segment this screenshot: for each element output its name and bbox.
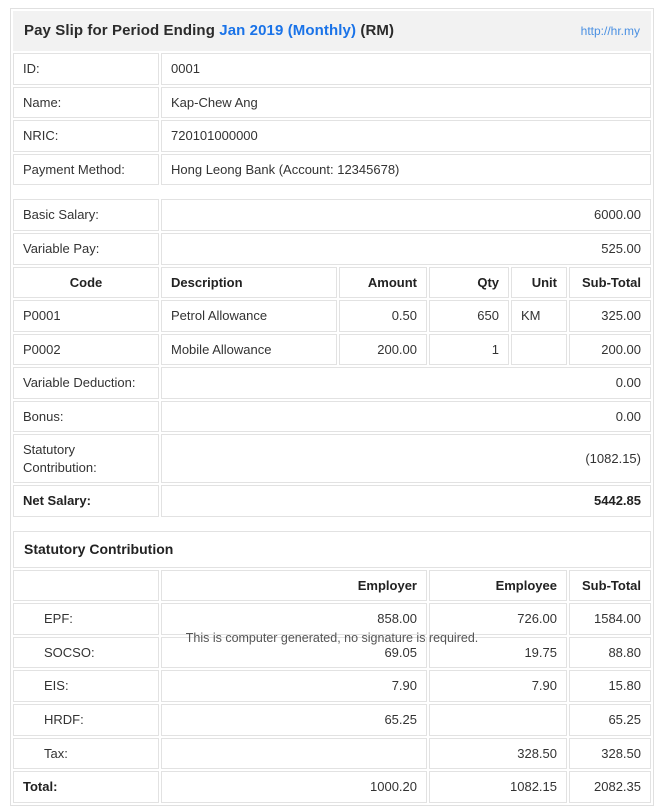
bonus-row: Bonus: 0.00 [13, 400, 651, 433]
payslip-page: Pay Slip for Period Ending Jan 2019 (Mon… [0, 0, 664, 806]
statutory-row-employer [161, 737, 427, 770]
employee-row-id: ID: 0001 [13, 53, 651, 85]
statutory-row-employer: 7.90 [161, 670, 427, 702]
bonus-value: 0.00 [161, 400, 651, 433]
allowance-header-subtotal: Sub-Total [569, 266, 651, 299]
employee-id-value: 0001 [161, 53, 651, 85]
employee-row-nric: NRIC: 720101000000 [13, 120, 651, 152]
basic-salary-row: Basic Salary: 6000.00 [13, 199, 651, 231]
payment-method-label: Payment Method: [13, 153, 159, 186]
allowance-header-code: Code [13, 266, 159, 299]
statutory-total-employee: 1082.15 [429, 771, 567, 803]
payment-method-value: Hong Leong Bank (Account: 12345678) [161, 153, 651, 186]
table-row: EIS: 7.90 7.90 15.80 [13, 670, 651, 702]
basic-salary-label: Basic Salary: [13, 199, 159, 231]
variable-deduction-value: 0.00 [161, 367, 651, 399]
currency-label: (RM) [360, 22, 395, 39]
allowance-amount: 200.00 [339, 333, 427, 366]
statutory-total-label: Total: [13, 771, 159, 803]
variable-deduction-label: Variable Deduction: [13, 367, 159, 399]
table-row: HRDF: 65.25 65.25 [13, 703, 651, 736]
allowance-description: Petrol Allowance [161, 300, 337, 332]
allowance-subtotal: 200.00 [569, 333, 651, 366]
statutory-section-heading-row: Statutory Contribution [13, 530, 651, 568]
allowance-header-qty: Qty [429, 266, 509, 299]
statutory-row-subtotal: 15.80 [569, 670, 651, 702]
statutory-contribution-value: (1082.15) [161, 434, 651, 484]
statutory-total-row: Total: 1000.20 1082.15 2082.35 [13, 771, 651, 803]
statutory-row-label: HRDF: [13, 703, 159, 736]
pay-period: Jan 2019 (Monthly) [219, 22, 357, 39]
statutory-header-employee: Employee [429, 569, 567, 602]
employee-id-label: ID: [13, 53, 159, 85]
allowance-unit: KM [511, 300, 567, 332]
allowance-header-description: Description [161, 266, 337, 299]
hr-portal-link[interactable]: http://hr.my [581, 23, 640, 39]
statutory-contribution-label: Statutory Contribution: [13, 434, 159, 484]
statutory-row-label: Tax: [13, 737, 159, 770]
basic-salary-value: 6000.00 [161, 199, 651, 231]
employee-row-name: Name: Kap-Chew Ang [13, 86, 651, 119]
employee-row-payment-method: Payment Method: Hong Leong Bank (Account… [13, 153, 651, 186]
table-row: P0001 Petrol Allowance 0.50 650 KM 325.0… [13, 300, 651, 332]
section-spacer-2 [13, 519, 651, 529]
statutory-total-employer: 1000.20 [161, 771, 427, 803]
payslip-table: Pay Slip for Period Ending Jan 2019 (Mon… [11, 9, 653, 805]
allowance-subtotal: 325.00 [569, 300, 651, 332]
allowance-qty: 650 [429, 300, 509, 332]
statutory-contribution-summary-row: Statutory Contribution: (1082.15) [13, 434, 651, 484]
net-salary-row: Net Salary: 5442.85 [13, 485, 651, 517]
employee-name-label: Name: [13, 86, 159, 119]
net-salary-label: Net Salary: [13, 485, 159, 517]
payslip-header: Pay Slip for Period Ending Jan 2019 (Mon… [13, 11, 651, 52]
variable-pay-row: Variable Pay: 525.00 [13, 232, 651, 265]
statutory-header-subtotal: Sub-Total [569, 569, 651, 602]
variable-pay-label: Variable Pay: [13, 232, 159, 265]
footer-note: This is computer generated, no signature… [185, 631, 479, 645]
statutory-header-employer: Employer [161, 569, 427, 602]
payslip-header-row: Pay Slip for Period Ending Jan 2019 (Mon… [13, 11, 651, 52]
statutory-section-title: Statutory Contribution [13, 530, 651, 568]
allowance-header-amount: Amount [339, 266, 427, 299]
statutory-row-subtotal: 65.25 [569, 703, 651, 736]
statutory-row-label: EIS: [13, 670, 159, 702]
allowance-header-row: Code Description Amount Qty Unit Sub-Tot… [13, 266, 651, 299]
statutory-row-subtotal: 328.50 [569, 737, 651, 770]
table-row: Tax: 328.50 328.50 [13, 737, 651, 770]
allowance-code: P0002 [13, 333, 159, 366]
net-salary-value: 5442.85 [161, 485, 651, 517]
employee-nric-value: 720101000000 [161, 120, 651, 152]
table-row: P0002 Mobile Allowance 200.00 1 200.00 [13, 333, 651, 366]
employee-name-value: Kap-Chew Ang [161, 86, 651, 119]
allowance-description: Mobile Allowance [161, 333, 337, 366]
statutory-row-employee [429, 703, 567, 736]
allowance-qty: 1 [429, 333, 509, 366]
statutory-row-employer: 65.25 [161, 703, 427, 736]
allowance-amount: 0.50 [339, 300, 427, 332]
statutory-row-employee: 328.50 [429, 737, 567, 770]
variable-pay-value: 525.00 [161, 232, 651, 265]
allowance-header-unit: Unit [511, 266, 567, 299]
statutory-row-employee: 7.90 [429, 670, 567, 702]
employee-nric-label: NRIC: [13, 120, 159, 152]
title-prefix: Pay Slip for Period Ending [24, 22, 215, 39]
page-title: Pay Slip for Period Ending Jan 2019 (Mon… [24, 21, 394, 41]
section-spacer-1 [13, 187, 651, 197]
statutory-header-row: Employer Employee Sub-Total [13, 569, 651, 602]
statutory-header-blank [13, 569, 159, 602]
statutory-total-subtotal: 2082.35 [569, 771, 651, 803]
variable-deduction-row: Variable Deduction: 0.00 [13, 367, 651, 399]
allowance-code: P0001 [13, 300, 159, 332]
allowance-unit [511, 333, 567, 366]
payslip-card: Pay Slip for Period Ending Jan 2019 (Mon… [10, 8, 654, 806]
bonus-label: Bonus: [13, 400, 159, 433]
